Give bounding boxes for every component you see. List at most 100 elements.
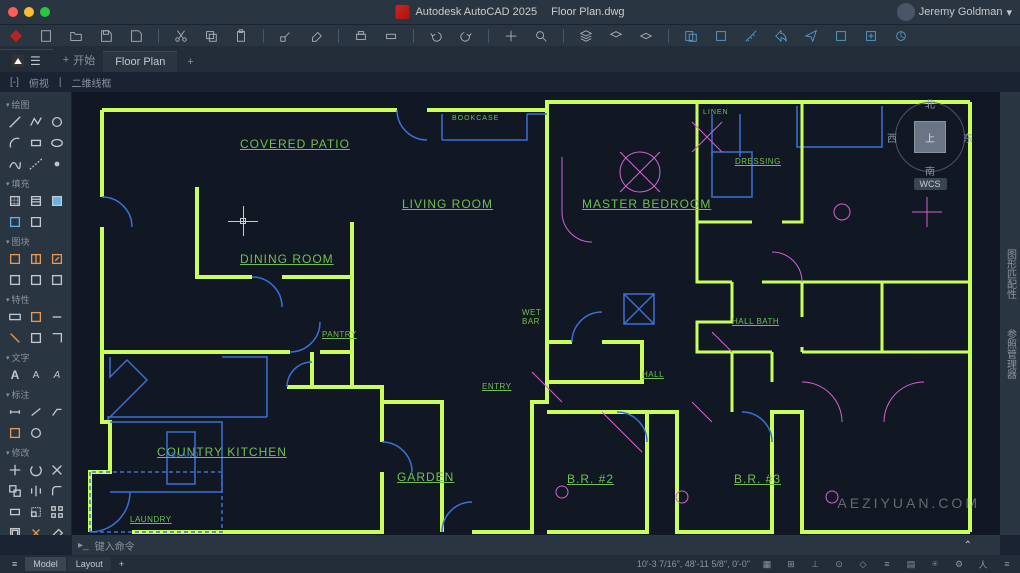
save-icon[interactable] [98, 28, 114, 44]
wcs-label[interactable]: WCS [914, 178, 947, 190]
copy-icon[interactable] [203, 28, 219, 44]
viewcube-top[interactable]: 上 [914, 121, 946, 153]
snap-toggle-icon[interactable]: ⊞ [784, 557, 798, 571]
paste-icon[interactable] [233, 28, 249, 44]
line-tool[interactable] [6, 113, 24, 131]
prop-tool4[interactable] [6, 329, 24, 347]
rectangle-tool[interactable] [27, 134, 45, 152]
undo-icon[interactable] [428, 28, 444, 44]
attribute2-tool[interactable] [27, 271, 45, 289]
start-label[interactable]: +开始 [55, 48, 103, 72]
app-menu-icon[interactable] [8, 28, 24, 44]
rotate-tool[interactable] [27, 461, 45, 479]
layerprev-icon[interactable] [638, 28, 654, 44]
text-style-tool[interactable]: A [48, 366, 66, 384]
zoom-icon[interactable] [533, 28, 549, 44]
drawing-canvas[interactable]: COVERED PATIO LIVING ROOM MASTER BEDROOM… [72, 92, 1000, 535]
measure-icon[interactable] [743, 28, 759, 44]
prop-tool1[interactable] [6, 308, 24, 326]
scale-tool[interactable] [27, 503, 45, 521]
stretch-tool[interactable] [6, 503, 24, 521]
redo-icon[interactable] [458, 28, 474, 44]
prop-tool2[interactable] [27, 308, 45, 326]
prop-tool3[interactable] [48, 308, 66, 326]
section-edit[interactable]: 修改 [6, 446, 65, 459]
tabs-menu-icon[interactable]: ≡ [6, 557, 23, 571]
prop-tool6[interactable] [48, 329, 66, 347]
leader-tool[interactable] [48, 403, 66, 421]
panel-properties[interactable]: 图形匹配性 [1003, 249, 1018, 299]
command-input[interactable]: 键入命令 [95, 538, 994, 553]
mtext-tool[interactable]: A [6, 366, 24, 384]
new-tab-button[interactable]: + [179, 52, 201, 72]
view-label-1[interactable]: 俯视 [29, 75, 49, 90]
workspace-icon[interactable]: ⚙ [952, 557, 966, 571]
view-label-2[interactable]: 二维线框 [72, 75, 112, 90]
ellipse-tool[interactable] [48, 134, 66, 152]
maximize-button[interactable] [40, 7, 50, 17]
erase-tool[interactable] [48, 524, 66, 535]
minimize-button[interactable] [24, 7, 34, 17]
new-icon[interactable] [38, 28, 54, 44]
xref-icon[interactable] [683, 28, 699, 44]
grid-toggle-icon[interactable]: ▦ [760, 557, 774, 571]
center-tool[interactable] [27, 424, 45, 442]
gradient-tool[interactable] [48, 192, 66, 210]
copy-tool[interactable] [6, 482, 24, 500]
customize-icon[interactable]: ≡ [1000, 557, 1014, 571]
expand-icon[interactable]: ⌃ [964, 540, 972, 551]
saveas-icon[interactable] [128, 28, 144, 44]
circle-tool[interactable] [48, 113, 66, 131]
command-line[interactable]: ▸_ 键入命令 ⌃ [72, 535, 1000, 555]
polyline-tool[interactable] [27, 113, 45, 131]
section-block[interactable]: 图块 [6, 235, 65, 248]
panel-references[interactable]: 参照管理器 [1003, 329, 1018, 379]
arc-tool[interactable] [6, 134, 24, 152]
add-layout-icon[interactable]: + [113, 557, 130, 571]
trim-tool[interactable] [48, 461, 66, 479]
layer-icon[interactable] [578, 28, 594, 44]
section-prop[interactable]: 特性 [6, 293, 65, 306]
prop-tool5[interactable] [27, 329, 45, 347]
create-block-tool[interactable] [27, 250, 45, 268]
hatch2-tool[interactable] [27, 192, 45, 210]
lineweight-icon[interactable]: ≡ [880, 557, 894, 571]
section-dim[interactable]: 标注 [6, 388, 65, 401]
aligned-dim-tool[interactable] [27, 403, 45, 421]
fillet-tool[interactable] [48, 482, 66, 500]
hatch-tool[interactable] [6, 192, 24, 210]
publish-icon[interactable] [863, 28, 879, 44]
user-display[interactable]: Jeremy Goldman ▾ [897, 3, 1012, 21]
region-tool[interactable] [27, 213, 45, 231]
start-tab[interactable]: ☰ [0, 49, 53, 72]
layout-tab[interactable]: Layout [68, 557, 111, 571]
annotation-scale-icon[interactable]: 人 [976, 557, 990, 571]
osnap-toggle-icon[interactable]: ◇ [856, 557, 870, 571]
viewcube[interactable]: 上 北 南 东 西 WCS [890, 102, 970, 222]
ortho-toggle-icon[interactable]: ⊥ [808, 557, 822, 571]
point-tool[interactable] [48, 155, 66, 173]
document-tab[interactable]: Floor Plan [103, 51, 177, 72]
wblock-tool[interactable] [48, 271, 66, 289]
section-fill[interactable]: 填充 [6, 177, 65, 190]
text-tool[interactable]: A [27, 366, 45, 384]
count-icon[interactable] [893, 28, 909, 44]
section-text[interactable]: 文字 [6, 351, 65, 364]
plot-icon[interactable] [353, 28, 369, 44]
trace-icon[interactable] [833, 28, 849, 44]
array-tool[interactable] [48, 503, 66, 521]
offset-tool[interactable] [6, 524, 24, 535]
mirror-tool[interactable] [27, 482, 45, 500]
linear-dim-tool[interactable] [6, 403, 24, 421]
transparency-icon[interactable]: ▤ [904, 557, 918, 571]
send-icon[interactable] [803, 28, 819, 44]
xline-tool[interactable] [27, 155, 45, 173]
spline-tool[interactable] [6, 155, 24, 173]
attribute-tool[interactable] [6, 271, 24, 289]
matchprop-icon[interactable] [278, 28, 294, 44]
erase-icon[interactable] [308, 28, 324, 44]
print-icon[interactable] [383, 28, 399, 44]
layers-icon[interactable] [608, 28, 624, 44]
polar-toggle-icon[interactable]: ⊙ [832, 557, 846, 571]
insert-tool[interactable] [6, 250, 24, 268]
